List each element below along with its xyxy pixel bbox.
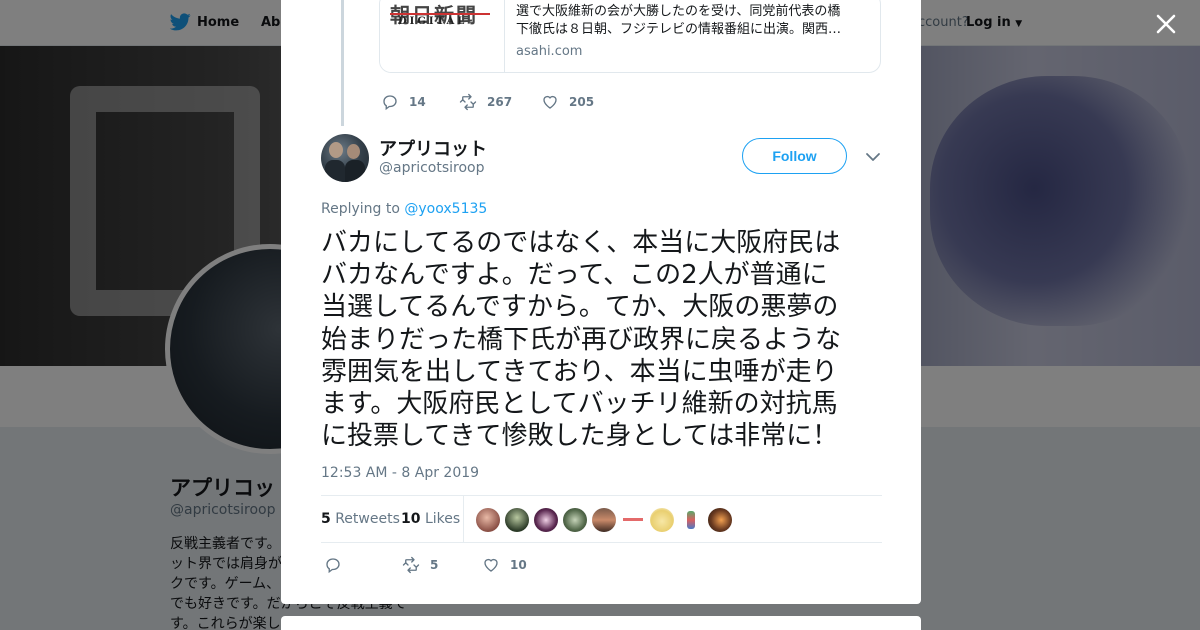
avatar-shape bbox=[329, 142, 343, 158]
tweet-text: バカにしてるのではなく、本当に大阪府民は バカなんですよ。だって、この2人が普通… bbox=[321, 227, 893, 452]
retweets-stat-label: Retweets bbox=[335, 511, 400, 527]
replying-to-label: Replying to bbox=[321, 201, 400, 217]
tweet-stats: 5 Retweets 10 Likes bbox=[321, 495, 882, 543]
replying-to: Replying to @yoox5135 bbox=[321, 201, 487, 217]
card-domain: asahi.com bbox=[516, 44, 583, 59]
retweets-stat[interactable]: 5 Retweets bbox=[321, 511, 400, 527]
tweet-modal: 朝日新聞 DIGITAL 選で大阪維新の会が大勝したのを受け、同党前代表の橋 下… bbox=[281, 0, 921, 604]
tweet-author-handle[interactable]: @apricotsiroop bbox=[379, 160, 485, 176]
retweets-stat-count: 5 bbox=[321, 511, 331, 527]
replying-to-mention[interactable]: @yoox5135 bbox=[404, 201, 487, 217]
avatar-shape bbox=[325, 160, 345, 182]
chevron-down-icon[interactable] bbox=[865, 150, 881, 164]
liker-avatar[interactable] bbox=[592, 508, 616, 532]
liker-avatar[interactable] bbox=[679, 508, 703, 532]
stats-divider bbox=[463, 496, 464, 542]
card-logo-rule bbox=[390, 13, 490, 15]
retweet-count: 5 bbox=[430, 558, 439, 572]
like-button[interactable]: 10 bbox=[482, 555, 527, 575]
heart-icon bbox=[543, 95, 557, 109]
tweet-author-avatar[interactable] bbox=[321, 134, 369, 182]
liker-avatar[interactable] bbox=[505, 508, 529, 532]
parent-retweet-count: 267 bbox=[487, 95, 513, 109]
avatar-shape bbox=[347, 144, 360, 159]
avatar-shape bbox=[345, 160, 365, 182]
parent-retweet-button[interactable]: 267 bbox=[459, 92, 512, 112]
tweet-text-line: に投票してきて惨敗した身としては非常に！ bbox=[321, 421, 839, 452]
like-count: 10 bbox=[510, 558, 527, 572]
thread-connector bbox=[341, 0, 344, 126]
parent-reply-count: 14 bbox=[409, 95, 426, 109]
retweet-button[interactable]: 5 bbox=[402, 555, 438, 575]
retweet-icon bbox=[402, 556, 420, 574]
liker-avatar[interactable] bbox=[650, 508, 674, 532]
follow-button[interactable]: Follow bbox=[742, 138, 847, 174]
tweet-timestamp[interactable]: 12:53 AM - 8 Apr 2019 bbox=[321, 465, 479, 481]
liker-avatar[interactable] bbox=[476, 508, 500, 532]
avatar-shape bbox=[623, 518, 643, 521]
likes-stat-label: Likes bbox=[424, 511, 461, 527]
tweet-text-line: 当選してるんですから。てか、大阪の悪夢の bbox=[321, 292, 839, 323]
card-desc-line: 下徹氏は８日朝、フジテレビの情報番組に出演。関西… bbox=[516, 22, 842, 37]
card-logo-sub: DIGITAL bbox=[398, 16, 468, 27]
close-icon[interactable] bbox=[1152, 10, 1180, 38]
reply-button[interactable] bbox=[324, 555, 352, 575]
avatar-shape bbox=[687, 511, 695, 529]
tweet-text-line: 始まりだった橋下氏が再び政界に戻るような bbox=[321, 324, 842, 355]
next-panel-edge bbox=[281, 616, 921, 630]
liker-avatar[interactable] bbox=[563, 508, 587, 532]
card-description: 選で大阪維新の会が大勝したのを受け、同党前代表の橋 下徹氏は８日朝、フジテレビの… bbox=[516, 3, 868, 39]
parent-like-count: 205 bbox=[569, 95, 595, 109]
reply-icon bbox=[383, 95, 397, 111]
tweet-author-name[interactable]: アプリコット bbox=[379, 135, 487, 161]
retweet-icon bbox=[459, 93, 477, 111]
card-thumbnail: 朝日新聞 DIGITAL bbox=[380, 0, 505, 72]
liker-avatar[interactable] bbox=[534, 508, 558, 532]
card-desc-line: 選で大阪維新の会が大勝したのを受け、同党前代表の橋 bbox=[516, 4, 841, 19]
likes-stat-count: 10 bbox=[401, 511, 421, 527]
tweet-text-line: バカにしてるのではなく、本当に大阪府民は bbox=[321, 228, 841, 258]
liker-avatar[interactable] bbox=[621, 508, 645, 532]
parent-like-button[interactable]: 205 bbox=[541, 92, 594, 112]
tweet-text-line: バカなんですよ。だって、この2人が普通に bbox=[321, 260, 828, 291]
tweet-text-line: ます。大阪府民としてバッチリ維新の対抗馬 bbox=[321, 389, 838, 420]
link-card[interactable]: 朝日新聞 DIGITAL 選で大阪維新の会が大勝したのを受け、同党前代表の橋 下… bbox=[379, 0, 881, 73]
tweet-text-line: 雰囲気を出してきており、本当に虫唾が走り bbox=[321, 356, 838, 387]
reply-icon bbox=[326, 558, 340, 574]
likes-stat[interactable]: 10 Likes bbox=[401, 511, 460, 527]
liker-avatar[interactable] bbox=[708, 508, 732, 532]
heart-icon bbox=[484, 558, 498, 572]
parent-reply-button[interactable]: 14 bbox=[381, 92, 426, 112]
